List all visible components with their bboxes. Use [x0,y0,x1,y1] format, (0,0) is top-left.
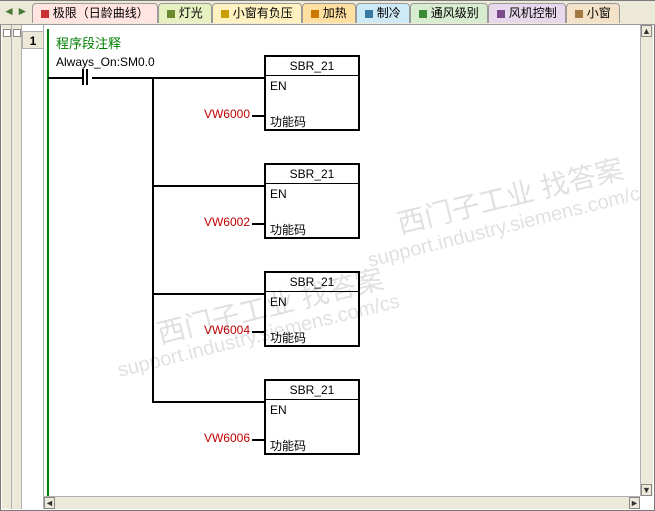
block-en-pin: EN [270,403,287,417]
block-title: SBR_21 [266,383,358,397]
tab-color-icon [41,10,49,18]
block-param-label: VW6004 [200,323,250,337]
tab-label: 通风级别 [431,6,479,20]
tab-label: 加热 [323,6,347,20]
wire [152,77,264,79]
tab-color-icon [419,10,427,18]
block-title: SBR_21 [266,275,358,289]
wire [152,77,154,401]
gutter-marker-icon [3,29,11,37]
tab-color-icon [221,10,229,18]
wire [252,115,264,117]
scroll-down-icon[interactable]: ▼ [641,484,652,496]
tab-label: 小窗 [587,6,611,20]
block-en-pin: EN [270,79,287,93]
tab-7[interactable]: 小窗 [566,3,620,23]
tab-label: 制冷 [377,6,401,20]
wire [252,439,264,441]
tab-color-icon [311,10,319,18]
block-fnc-pin: 功能码 [270,221,306,238]
power-rail [47,29,49,496]
scroll-right-icon[interactable]: ► [629,497,640,509]
block-en-pin: EN [270,295,287,309]
vertical-scrollbar[interactable]: ▲ ▼ [640,25,653,496]
horizontal-scrollbar[interactable]: ◄ ► [44,496,640,509]
tab-2[interactable]: 小窗有负压 [212,3,302,23]
block-fnc-pin: 功能码 [270,329,306,346]
tab-label: 风机控制 [509,6,557,20]
tab-scroll-arrows: ◄ ► [0,1,28,23]
tab-5[interactable]: 通风级别 [410,3,488,23]
watermark: support.industry.siemens.com/cs [366,180,640,272]
tab-4[interactable]: 制冷 [356,3,410,23]
subroutine-block[interactable]: SBR_21 EN 功能码 [264,271,360,347]
block-divider [266,291,358,292]
tab-color-icon [575,10,583,18]
wire [252,223,264,225]
tab-color-icon [365,10,373,18]
block-divider [266,75,358,76]
segment-comment[interactable]: 程序段注释 [56,33,121,52]
block-fnc-pin: 功能码 [270,437,306,454]
scroll-up-icon[interactable]: ▲ [641,25,652,37]
tab-0[interactable]: 极限（日龄曲线） [32,3,158,23]
block-en-pin: EN [270,187,287,201]
block-param-label: VW6002 [200,215,250,229]
wire [152,185,264,187]
tab-3[interactable]: 加热 [302,3,356,23]
wire [152,293,264,295]
gutter-marker-icon [13,29,21,37]
subroutine-block[interactable]: SBR_21 EN 功能码 [264,163,360,239]
block-title: SBR_21 [266,59,358,73]
gutter-left [2,25,12,509]
wire [48,77,82,79]
subroutine-block[interactable]: SBR_21 EN 功能码 [264,379,360,455]
scroll-left-icon[interactable]: ◄ [44,497,55,509]
contact-label: Always_On:SM0.0 [56,55,155,69]
block-param-label: VW6000 [200,107,250,121]
tab-label: 小窗有负压 [233,6,293,20]
wire [152,401,264,403]
wire [92,77,154,79]
tab-label: 极限（日龄曲线） [53,6,149,20]
ladder-canvas[interactable]: 程序段注释 Always_On:SM0.0 VW6000 SBR_21 EN 功能码 V… [44,25,640,496]
network-number[interactable]: 1 [22,31,44,49]
tab-1[interactable]: 灯光 [158,3,212,23]
tab-color-icon [167,10,175,18]
watermark: 西门子工业 找答案 [393,148,628,243]
subroutine-block[interactable]: SBR_21 EN 功能码 [264,55,360,131]
tab-6[interactable]: 风机控制 [488,3,566,23]
wire [252,331,264,333]
tab-bar: ◄ ► 极限（日龄曲线） 灯光 小窗有负压 加热 制冷 通风级别 风机控制 小窗 [0,1,655,25]
contact-normally-open[interactable] [82,69,88,85]
editor-window: ◄ ► 极限（日龄曲线） 灯光 小窗有负压 加热 制冷 通风级别 风机控制 小窗 1 程序段注… [0,0,655,511]
block-fnc-pin: 功能码 [270,113,306,130]
block-divider [266,399,358,400]
block-divider [266,183,358,184]
tab-label: 灯光 [179,6,203,20]
network-number-column: 1 [22,25,44,509]
block-title: SBR_21 [266,167,358,181]
tab-scroll-right-icon[interactable]: ► [16,3,26,19]
tab-scroll-left-icon[interactable]: ◄ [3,3,13,19]
tab-color-icon [497,10,505,18]
block-param-label: VW6006 [200,431,250,445]
gutter-left-2 [12,25,22,509]
